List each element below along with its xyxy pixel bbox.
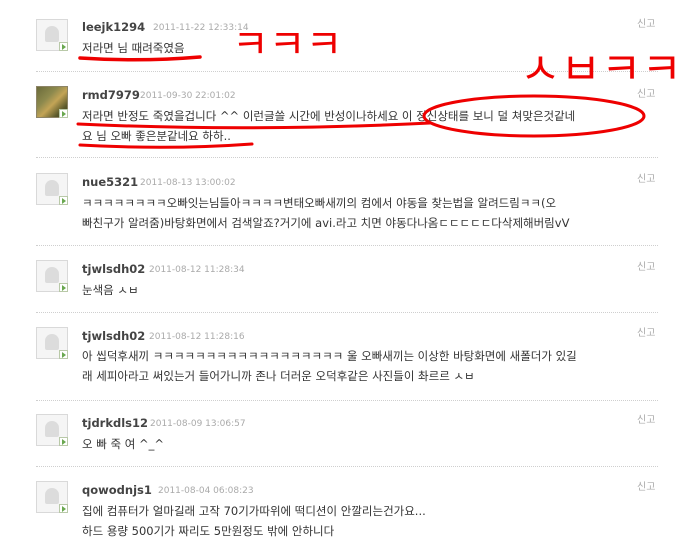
underline-stroke [78, 55, 202, 62]
underline-stroke [76, 121, 432, 130]
underline-stroke [78, 142, 254, 149]
handwritten-note: ㅅㅂㅋㅋ [520, 44, 682, 95]
handwritten-note: ㅋㅋㅋ [232, 22, 342, 68]
circle-stroke [422, 94, 646, 138]
handwritten-annotation-layer: ㅋㅋㅋ ㅅㅂㅋㅋ [76, 22, 682, 149]
